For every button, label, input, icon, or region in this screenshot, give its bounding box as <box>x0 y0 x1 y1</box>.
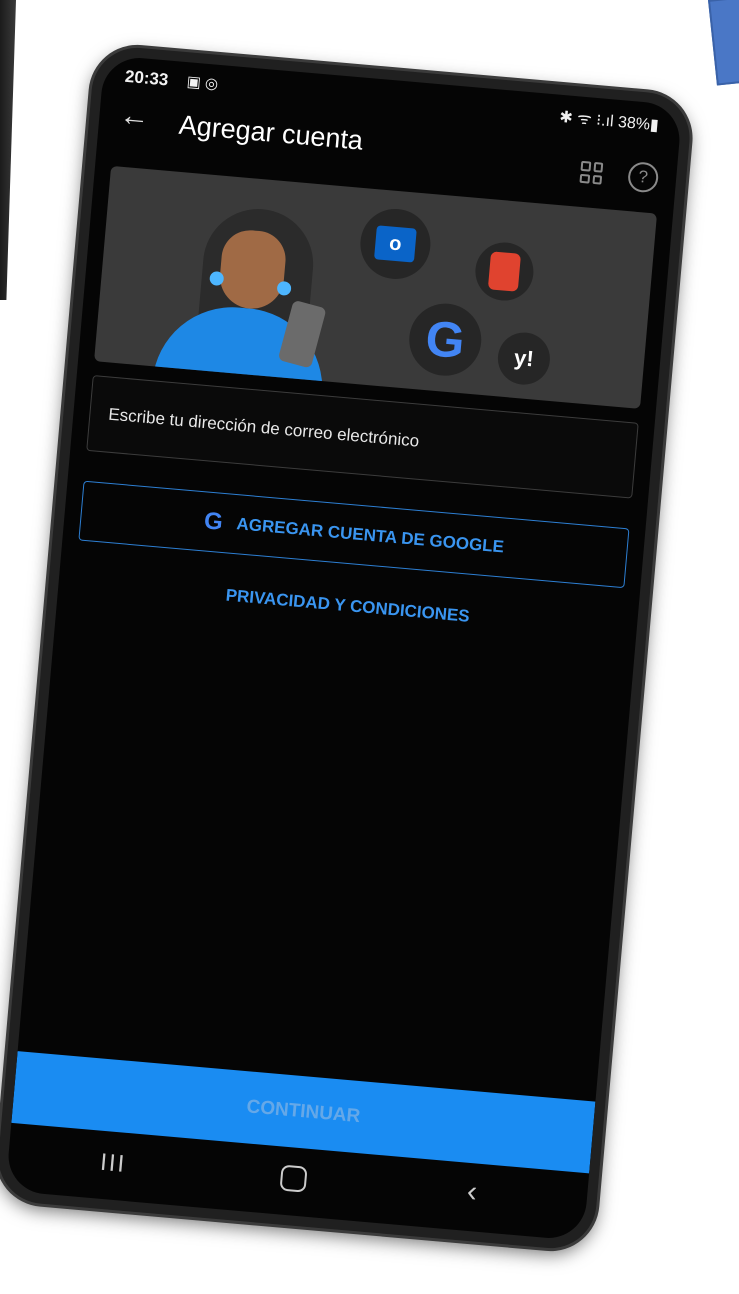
page-title: Agregar cuenta <box>177 109 365 156</box>
yahoo-bubble: y! <box>495 330 553 387</box>
qr-cell <box>579 173 590 184</box>
google-logo-icon: G <box>423 310 468 370</box>
status-time: 20:33 <box>124 66 170 90</box>
system-indicators: ✱ ᯤ ⁝.ıl 38%▮ <box>558 108 660 135</box>
yahoo-icon: y! <box>513 344 535 372</box>
outlook-bubble: o <box>357 206 434 282</box>
home-icon[interactable] <box>279 1164 308 1193</box>
notification-icons: ▣ ◎ <box>186 73 219 93</box>
qr-code-icon[interactable] <box>579 160 604 185</box>
phone-screen: 20:33 ▣ ◎ ✱ ᯤ ⁝.ıl 38%▮ ← Agregar cuenta… <box>5 54 683 1242</box>
add-google-account-label: AGREGAR CUENTA DE GOOGLE <box>235 514 505 557</box>
nav-back-icon[interactable]: ‹ <box>466 1175 479 1210</box>
google-g-icon: G <box>202 507 224 536</box>
office-icon <box>487 251 522 292</box>
hero-illustration: o G y! <box>94 165 658 409</box>
office-bubble <box>473 240 536 303</box>
adjacent-phone-edge <box>0 0 16 300</box>
qr-cell <box>592 161 604 173</box>
recent-apps-icon[interactable]: III <box>99 1149 127 1179</box>
back-arrow-icon[interactable]: ← <box>118 98 151 134</box>
email-placeholder: Escribe tu dirección de correo electróni… <box>107 404 420 451</box>
outlook-icon: o <box>374 225 417 263</box>
phone-frame: 20:33 ▣ ◎ ✱ ᯤ ⁝.ıl 38%▮ ← Agregar cuenta… <box>0 44 694 1252</box>
background-blue-shape <box>708 0 739 86</box>
google-bubble: G <box>406 300 485 379</box>
qr-cell <box>580 160 591 172</box>
add-google-account-button[interactable]: G AGREGAR CUENTA DE GOOGLE <box>78 480 630 589</box>
qr-cell <box>591 174 603 185</box>
